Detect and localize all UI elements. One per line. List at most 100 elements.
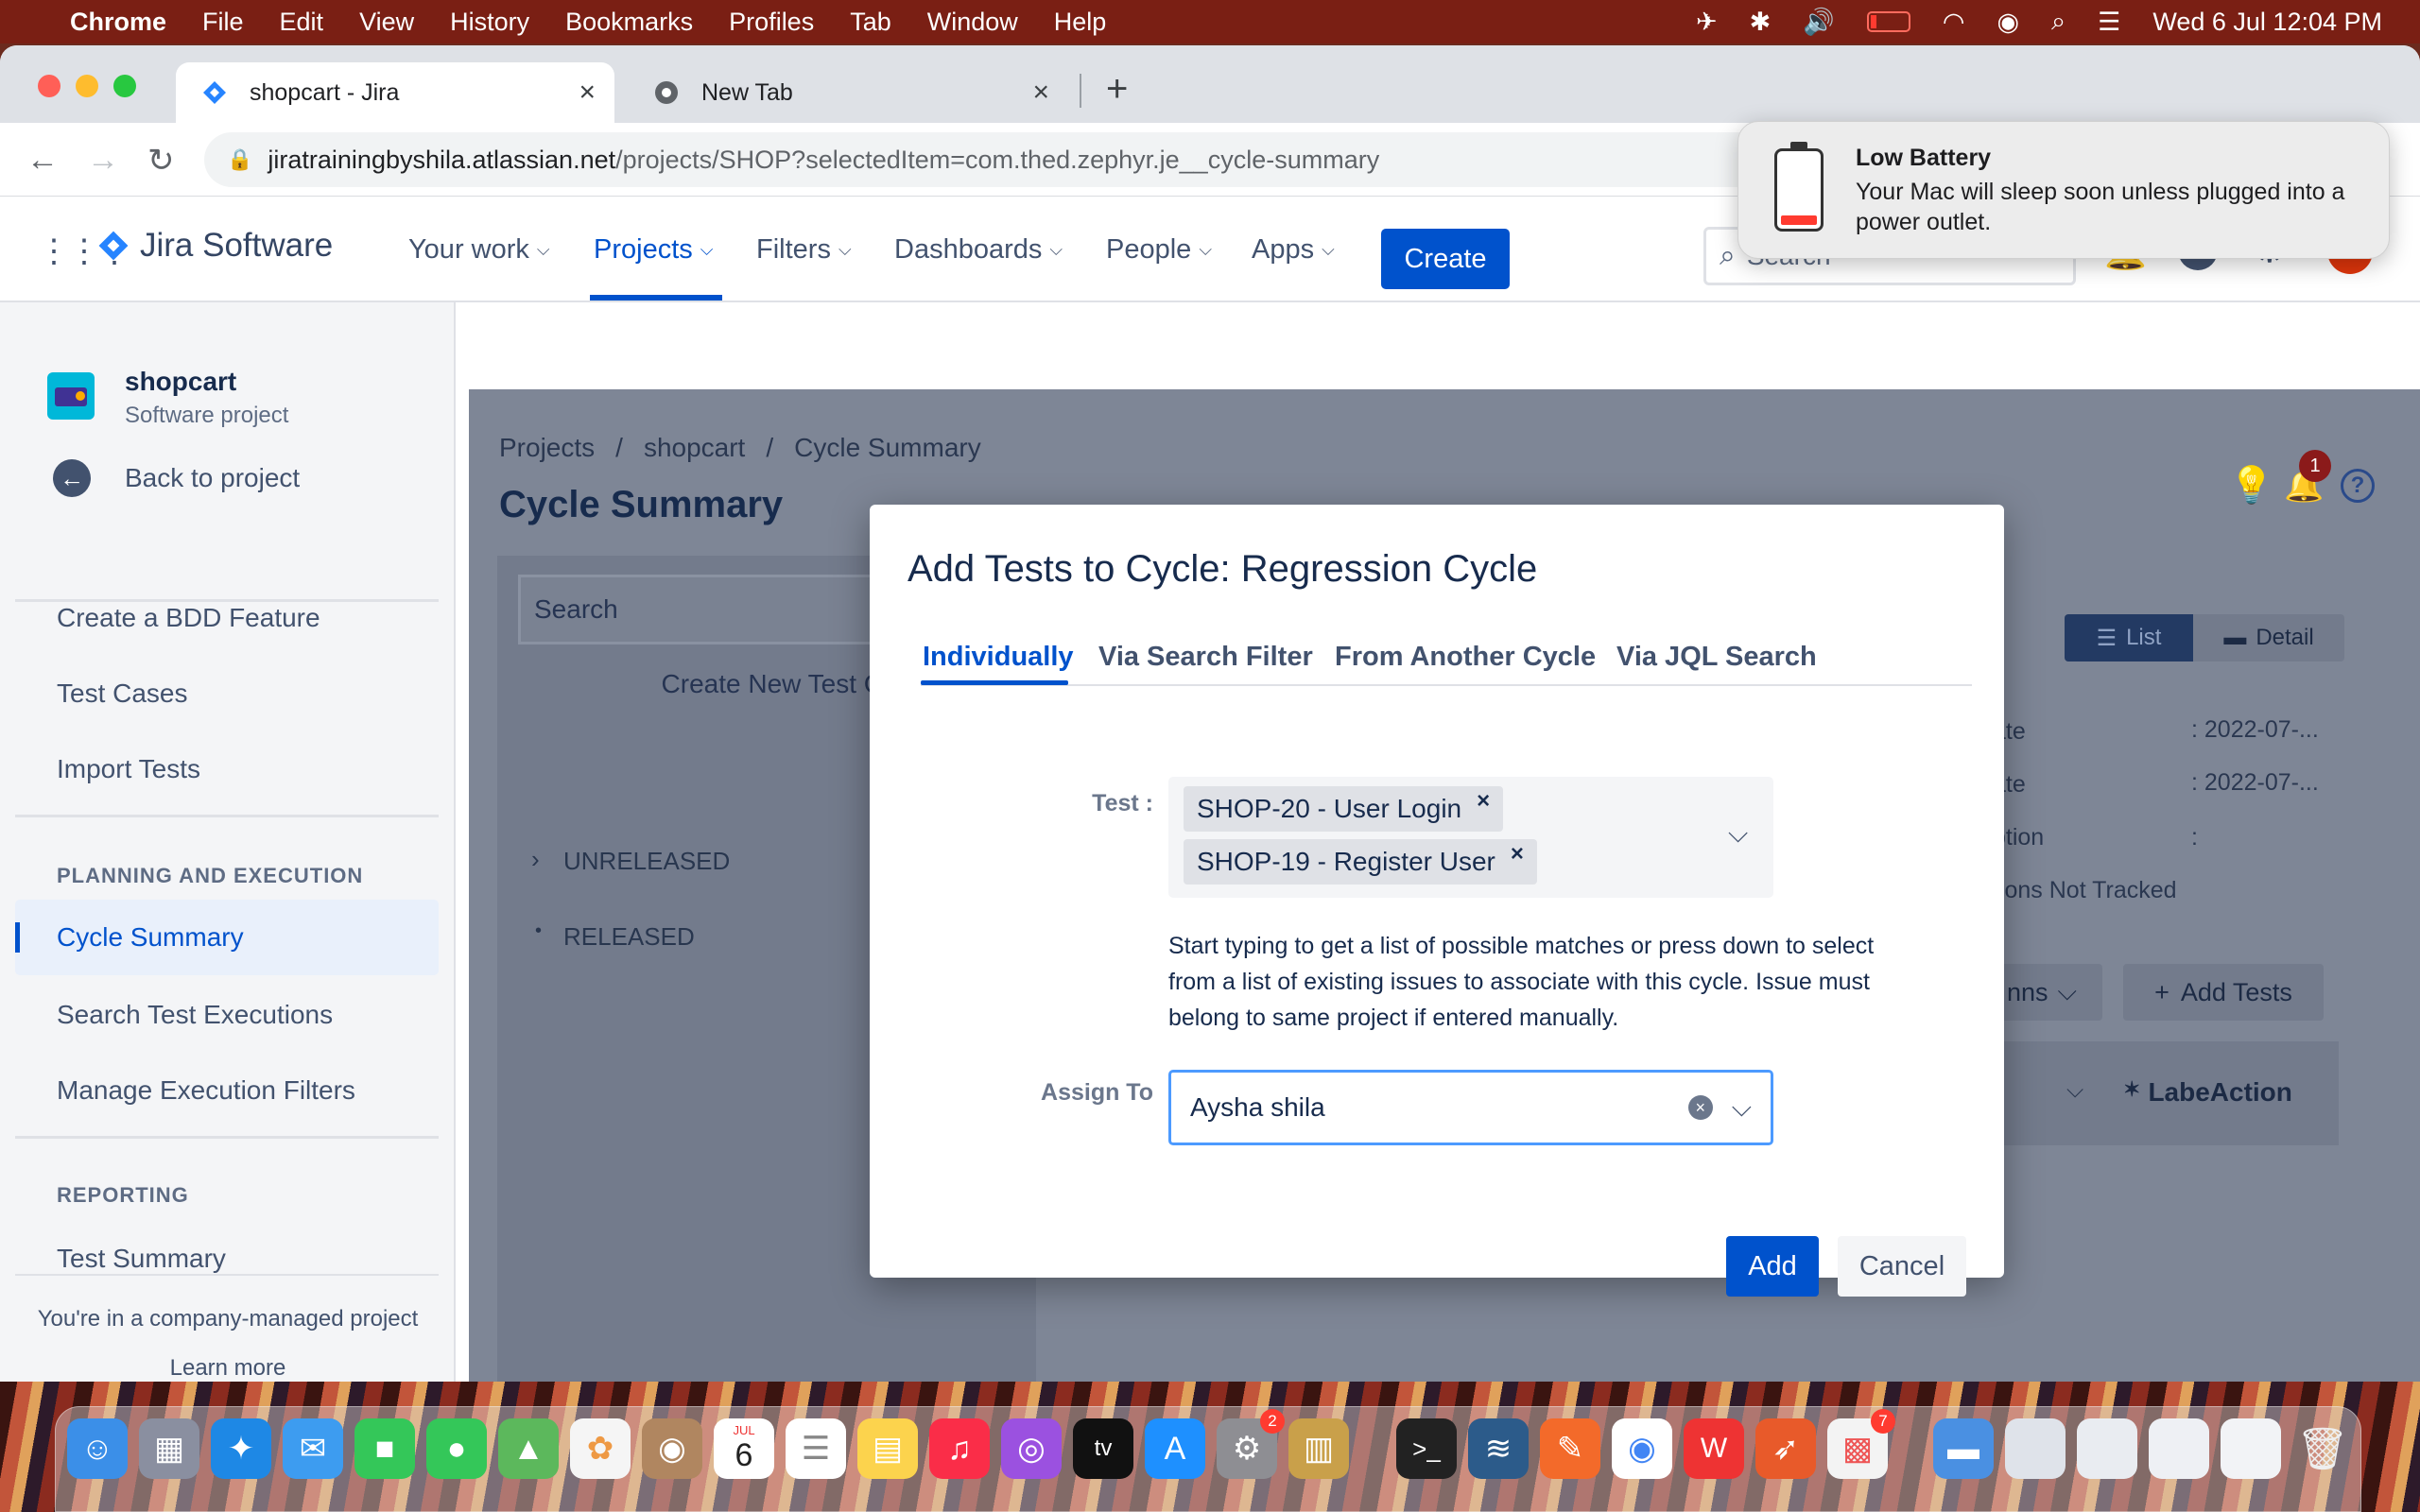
sidebar-item-manage-execution-filters[interactable]: Manage Execution Filters	[57, 1075, 355, 1106]
menu-file[interactable]: File	[202, 8, 244, 37]
mysql-workbench-icon[interactable]: ≋	[1468, 1418, 1529, 1479]
calendar-icon[interactable]: JUL 6	[714, 1418, 774, 1479]
tab-via-search-filter[interactable]: Via Search Filter	[1098, 642, 1313, 673]
reload-icon[interactable]: ↻	[147, 142, 175, 180]
minimize-window-button[interactable]	[76, 75, 98, 97]
battery-icon[interactable]	[1866, 11, 1910, 32]
breadcrumb-projects[interactable]: Projects	[499, 433, 595, 463]
cycle-search-input[interactable]: Search	[518, 575, 896, 644]
project-name[interactable]: shopcart	[125, 367, 236, 397]
nav-projects[interactable]: Projects ⌵	[594, 197, 713, 302]
breadcrumb-cycle-summary[interactable]: Cycle Summary	[794, 433, 981, 463]
menu-bookmarks[interactable]: Bookmarks	[565, 8, 693, 37]
low-battery-notification[interactable]: Low Battery Your Mac will sleep soon unl…	[1737, 121, 2390, 259]
archive-utility-icon[interactable]: ▥	[1288, 1418, 1349, 1479]
window-thumbnail[interactable]	[2077, 1418, 2137, 1479]
add-tests-button[interactable]: + Add Tests	[2123, 964, 2324, 1021]
close-tab-icon[interactable]: ×	[579, 77, 596, 109]
menu-profiles[interactable]: Profiles	[729, 8, 814, 37]
messages-icon[interactable]: ●	[426, 1418, 487, 1479]
finder-icon[interactable]: ☺	[67, 1418, 128, 1479]
sidebar-item-test-summary[interactable]: Test Summary	[57, 1244, 226, 1274]
list-view-toggle[interactable]: ☰ List	[2065, 614, 2193, 662]
postman-icon[interactable]: ✎	[1540, 1418, 1600, 1479]
close-tab-icon[interactable]: ×	[1032, 77, 1049, 109]
remove-chip-icon[interactable]: ×	[1477, 788, 1490, 815]
window-thumbnail[interactable]	[2005, 1418, 2066, 1479]
lightbulb-icon[interactable]: 💡	[2229, 465, 2273, 507]
cancel-button[interactable]: Cancel	[1838, 1236, 1966, 1297]
detail-view-toggle[interactable]: ▬ Detail	[2193, 614, 2344, 662]
microsoft-office-icon[interactable]: ▩ 7	[1827, 1409, 1895, 1479]
remove-chip-icon[interactable]: ×	[1511, 841, 1524, 868]
apple-tv-icon[interactable]: tv	[1073, 1418, 1133, 1479]
menu-window[interactable]: Window	[927, 8, 1018, 37]
back-arrow-icon[interactable]: ←	[26, 142, 59, 179]
notes-icon[interactable]: ▤	[857, 1418, 918, 1479]
zoom-window-button[interactable]	[113, 75, 136, 97]
spotlight-search-icon[interactable]: ⌕	[2051, 7, 2066, 37]
mail-icon[interactable]: ✉	[283, 1418, 343, 1479]
maps-icon[interactable]: ▲	[498, 1418, 559, 1479]
facetime-icon[interactable]: ■	[354, 1418, 415, 1479]
nav-people[interactable]: People ⌵	[1106, 197, 1212, 302]
tab-via-jql-search[interactable]: Via JQL Search	[1616, 642, 1817, 673]
user-icon[interactable]: ◉	[1996, 8, 2019, 37]
tab-from-another-cycle[interactable]: From Another Cycle	[1335, 642, 1596, 673]
sidebar-item-test-cases[interactable]: Test Cases	[57, 679, 188, 709]
menu-app-name[interactable]: Chrome	[70, 8, 166, 37]
music-icon[interactable]: ♫	[929, 1418, 990, 1479]
sidebar-item-cycle-summary[interactable]: Cycle Summary	[15, 900, 439, 975]
released-folder[interactable]: RELEASED	[563, 922, 695, 952]
wifi-icon[interactable]: ◠	[1943, 8, 1965, 37]
sidebar-item-search-test-executions[interactable]: Search Test Executions	[57, 1000, 333, 1030]
forward-arrow-icon[interactable]: →	[87, 142, 119, 179]
expand-unreleased-icon[interactable]: ›	[531, 845, 540, 874]
learn-more-link[interactable]: Learn more	[0, 1355, 456, 1382]
nav-apps[interactable]: Apps ⌵	[1252, 197, 1335, 302]
nav-filters[interactable]: Filters ⌵	[756, 197, 852, 302]
chevron-down-icon[interactable]: ⌵	[1732, 1092, 1752, 1124]
unreleased-folder[interactable]: UNRELEASED	[563, 847, 730, 876]
app-store-icon[interactable]: A	[1145, 1418, 1205, 1479]
rocket-status-icon[interactable]: ✈	[1696, 8, 1718, 37]
new-tab-plus-icon[interactable]: +	[1106, 68, 1128, 111]
back-to-project-link[interactable]: ← Back to project	[53, 459, 300, 497]
contacts-icon[interactable]: ◉	[642, 1418, 702, 1479]
photos-icon[interactable]: ✿	[570, 1418, 631, 1479]
assign-to-select[interactable]: Aysha shila × ⌵	[1168, 1070, 1773, 1145]
close-window-button[interactable]	[38, 75, 60, 97]
chrome-icon[interactable]: ◉	[1612, 1418, 1672, 1479]
add-button[interactable]: Add	[1726, 1236, 1819, 1297]
create-button[interactable]: Create	[1381, 229, 1510, 289]
tab-individually[interactable]: Individually	[923, 642, 1074, 673]
podcasts-icon[interactable]: ◎	[1001, 1418, 1062, 1479]
system-preferences-icon[interactable]: ⚙ 2	[1217, 1409, 1285, 1479]
trash-icon[interactable]: 🗑	[2292, 1418, 2353, 1479]
safari-icon[interactable]: ✦	[211, 1418, 271, 1479]
menu-view[interactable]: View	[359, 8, 414, 37]
nav-your-work[interactable]: Your work ⌵	[408, 197, 550, 302]
tab-new-tab[interactable]: New Tab ×	[628, 62, 1068, 123]
bluetooth-icon[interactable]: ✱	[1750, 8, 1772, 37]
help-circle-icon[interactable]: ?	[2341, 469, 2375, 503]
reminders-icon[interactable]: ☰	[786, 1418, 846, 1479]
nav-dashboards[interactable]: Dashboards ⌵	[894, 197, 1063, 302]
jira-logo[interactable]: Jira Software	[96, 227, 333, 265]
wps-office-icon[interactable]: W	[1684, 1418, 1744, 1479]
control-center-icon[interactable]: ☰	[2098, 8, 2120, 37]
volume-icon[interactable]: 🔊	[1803, 7, 1835, 37]
test-multiselect[interactable]: SHOP-20 - User Login × SHOP-19 - Register…	[1168, 777, 1773, 898]
create-new-test-cycle-button[interactable]: Create New Test Cy	[518, 656, 896, 713]
terminal-icon[interactable]: >_	[1396, 1418, 1457, 1479]
menu-help[interactable]: Help	[1054, 8, 1107, 37]
menu-history[interactable]: History	[450, 8, 529, 37]
window-thumbnail[interactable]	[2149, 1418, 2209, 1479]
downloads-folder-icon[interactable]: ▬	[1933, 1418, 1994, 1479]
breadcrumb-shopcart[interactable]: shopcart	[644, 433, 745, 463]
menu-tab[interactable]: Tab	[850, 8, 891, 37]
chevron-down-icon[interactable]: ⌵	[2066, 1077, 2083, 1104]
menu-edit[interactable]: Edit	[280, 8, 324, 37]
chevron-down-icon[interactable]: ⌵	[1728, 818, 1748, 850]
clock[interactable]: Wed 6 Jul 12:04 PM	[2152, 8, 2382, 37]
